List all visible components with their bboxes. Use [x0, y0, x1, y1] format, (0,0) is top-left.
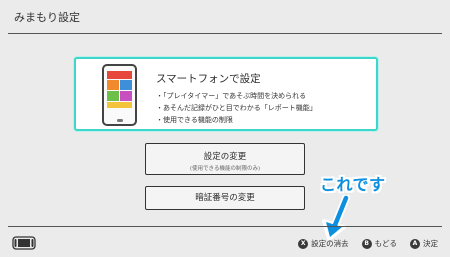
confirm-action[interactable]: A 決定 — [410, 238, 438, 249]
page-title: みまもり設定 — [14, 11, 80, 24]
change-settings-sublabel: (使用できる機能の制限のみ) — [189, 166, 261, 172]
console-controller-icon — [12, 236, 36, 250]
x-button-icon: X — [298, 238, 309, 249]
annotation-text: これです — [320, 175, 386, 194]
action-label: もどる — [374, 239, 397, 248]
smartphone-setup-card[interactable]: スマートフォンで設定 ・「プレイタイマー」であそぶ時間を決められる ・あそんだ記… — [74, 57, 378, 131]
footer-divider — [8, 226, 442, 227]
a-button-icon: A — [410, 238, 420, 249]
smartphone-icon — [102, 64, 137, 126]
card-feature-item: ・「プレイタイマー」であそぶ時間を決められる — [156, 92, 307, 100]
b-button-icon: B — [361, 238, 372, 249]
change-settings-button[interactable]: 設定の変更 (使用できる機能の制限のみ) — [145, 143, 305, 175]
card-feature-item: ・使用できる機能の制限 — [156, 116, 233, 124]
footer-actions: X 設定の消去 B もどる A 決定 — [285, 238, 438, 249]
card-feature-item: ・あそんだ記録がひと目でわかる「レポート機能」 — [156, 104, 317, 112]
change-pin-label: 暗証番号の変更 — [195, 193, 255, 203]
action-label: 決定 — [423, 239, 438, 248]
arrow-down-icon — [322, 195, 350, 240]
change-pin-button[interactable]: 暗証番号の変更 — [145, 186, 305, 210]
change-settings-label: 設定の変更 — [203, 152, 247, 162]
card-title: スマートフォンで設定 — [156, 73, 261, 85]
header: みまもり設定 — [0, 0, 450, 33]
action-label: 設定の消去 — [311, 239, 349, 248]
back-action[interactable]: B もどる — [361, 238, 397, 249]
clear-settings-action[interactable]: X 設定の消去 — [298, 238, 349, 249]
header-divider — [8, 33, 442, 34]
